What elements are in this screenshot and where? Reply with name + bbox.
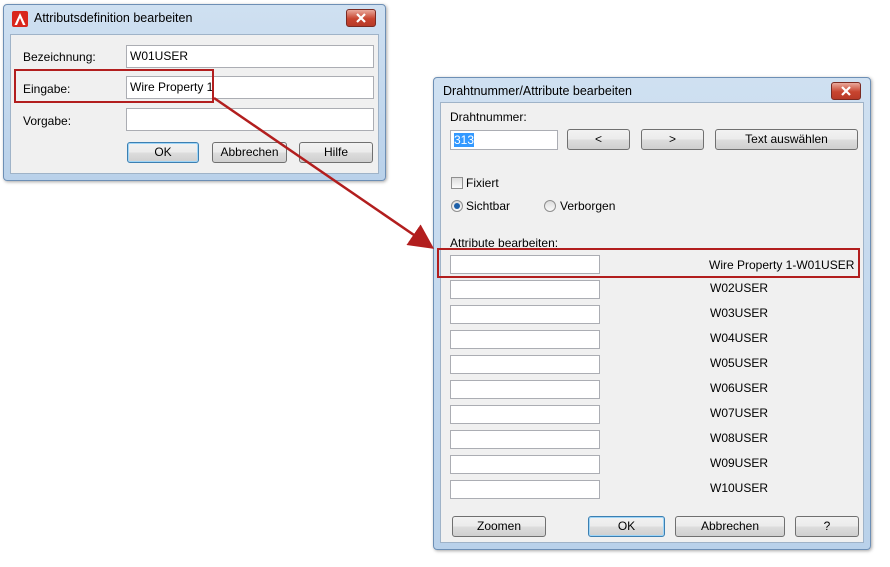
connector-arrow xyxy=(213,96,435,249)
